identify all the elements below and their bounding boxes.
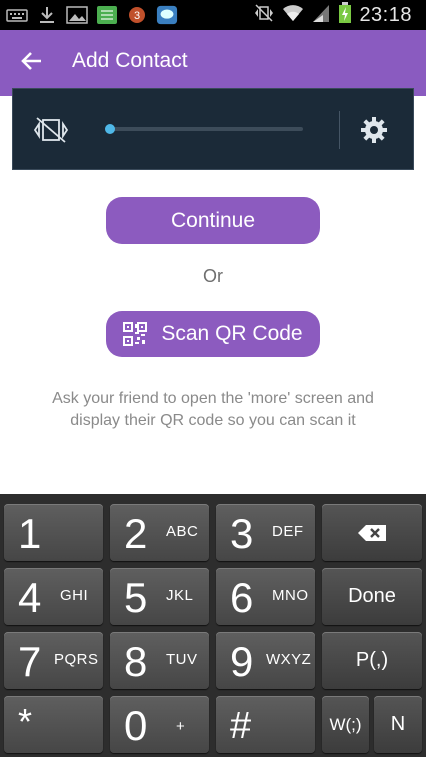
backspace-key[interactable] (322, 504, 422, 561)
key-digit: 0 (124, 702, 148, 749)
key-digit: 4 (18, 574, 42, 621)
status-bar: 3 23:18 (0, 0, 426, 30)
done-key[interactable]: Done (322, 568, 422, 625)
signal-icon (311, 3, 331, 28)
divider (339, 111, 340, 149)
arrow-left-icon (21, 51, 43, 76)
key-digit: 7 (18, 638, 42, 685)
image-icon (66, 5, 88, 25)
qr-code-icon (123, 322, 148, 346)
scan-qr-button[interactable]: Scan QR Code (106, 311, 320, 357)
volume-panel (12, 88, 414, 170)
back-button[interactable] (12, 46, 52, 80)
n-key[interactable]: N (374, 696, 422, 753)
key-8[interactable]: 8 TUV (110, 632, 209, 689)
key-4[interactable]: 4 GHI (4, 568, 103, 625)
n-label: N (390, 713, 406, 735)
wait-key[interactable]: W(;) (322, 696, 369, 753)
silent-mode-icon (253, 3, 275, 27)
battery-charging-icon (338, 1, 352, 29)
vibrate-mute-icon[interactable] (33, 116, 69, 144)
key-star[interactable]: * (4, 696, 103, 753)
or-label: Or (203, 266, 223, 286)
key-digit: 8 (124, 638, 148, 685)
page-title: Add Contact (72, 49, 188, 72)
qr-hint-text: Ask your friend to open the 'more' scree… (52, 390, 374, 429)
download-icon (36, 5, 58, 25)
key-letters: TUV (166, 651, 198, 668)
continue-button[interactable]: Continue (106, 197, 320, 244)
gear-icon[interactable] (359, 115, 389, 145)
volume-slider-thumb[interactable] (105, 124, 115, 134)
scan-qr-label: Scan QR Code (161, 322, 303, 345)
key-digit: 2 (124, 510, 148, 557)
key-letters: ABC (166, 523, 199, 540)
messenger-icon (156, 5, 178, 25)
key-letters: WXYZ (266, 651, 312, 668)
keyboard-icon (6, 5, 28, 25)
pause-label: P(,) (355, 649, 389, 671)
svg-text:3: 3 (134, 10, 140, 22)
key-1[interactable]: 1 (4, 504, 103, 561)
key-letters: + (176, 718, 186, 735)
key-letters: JKL (166, 587, 194, 604)
key-9[interactable]: 9 WXYZ (216, 632, 315, 689)
key-letters: MNO (272, 587, 309, 604)
key-5[interactable]: 5 JKL (110, 568, 209, 625)
pause-key[interactable]: P(,) (322, 632, 422, 689)
notification-badge-icon: 3 (126, 5, 148, 25)
key-3[interactable]: 3 DEF (216, 504, 315, 561)
backspace-icon (322, 504, 422, 561)
app-icon (96, 5, 118, 25)
key-hash[interactable]: # (216, 696, 315, 753)
done-label: Done (348, 585, 396, 607)
key-digit: 3 (230, 510, 254, 557)
clock: 23:18 (359, 3, 412, 26)
key-digit: 1 (18, 510, 42, 557)
wait-label: W(;) (329, 714, 362, 734)
key-letters: GHI (60, 587, 89, 604)
key-digit: 6 (230, 574, 254, 621)
key-digit: * (18, 701, 33, 742)
key-digit: 5 (124, 574, 148, 621)
key-letters: DEF (272, 523, 304, 540)
app-bar: Add Contact (0, 30, 426, 96)
volume-slider[interactable] (109, 127, 303, 131)
key-letters: PQRS (54, 651, 99, 668)
key-6[interactable]: 6 MNO (216, 568, 315, 625)
key-2[interactable]: 2 ABC (110, 504, 209, 561)
wifi-icon (282, 3, 304, 28)
key-digit: 9 (230, 638, 254, 685)
key-0[interactable]: 0 + (110, 696, 209, 753)
key-7[interactable]: 7 PQRS (4, 632, 103, 689)
key-digit: # (230, 705, 252, 747)
numeric-keypad: 1 2 ABC 3 DEF 4 GHI 5 JKL 6 MNO Done 7 P… (0, 494, 426, 757)
